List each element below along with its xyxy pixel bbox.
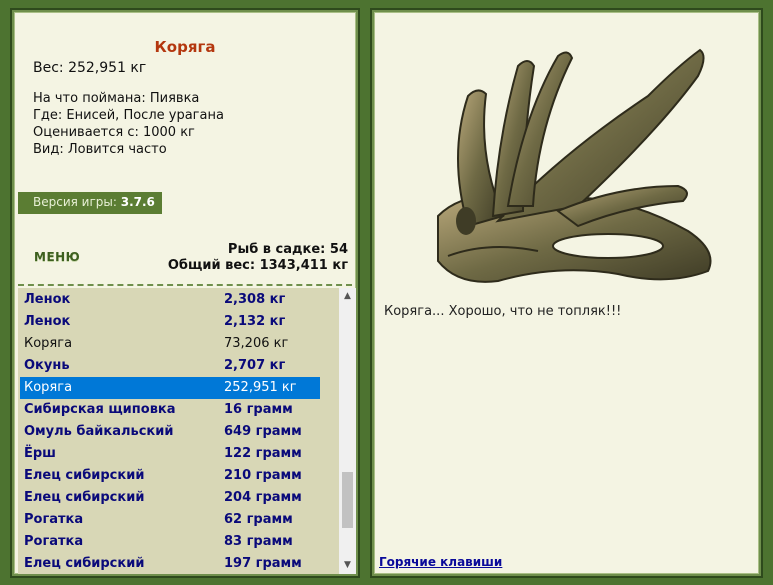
version-value: 3.7.6 — [120, 195, 155, 209]
list-item-name: Омуль байкальский — [24, 424, 174, 439]
divider — [18, 284, 352, 286]
list-item-weight: 83 грамм — [224, 534, 293, 549]
list-item-weight: 210 грамм — [224, 468, 302, 483]
list-item[interactable]: Коряга 73,206 кг — [20, 333, 320, 355]
snag-image — [437, 48, 712, 283]
list-item-weight: 16 грамм — [224, 402, 293, 417]
list-item-weight: 2,308 кг — [224, 292, 286, 307]
list-item[interactable]: Окунь 2,707 кг — [20, 355, 320, 377]
fish-place: Где: Енисей, После урагана — [33, 108, 224, 123]
list-item[interactable]: Рогатка 83 грамм — [20, 531, 320, 553]
list-item-name: Сибирская щиповка — [24, 402, 176, 417]
list-item-name: Коряга — [24, 336, 73, 351]
list-item-name: Рогатка — [24, 534, 84, 549]
list-item-weight: 62 грамм — [224, 512, 293, 527]
scroll-up-icon[interactable]: ▲ — [339, 288, 356, 305]
fish-count: Рыб в садке: 54 — [227, 242, 348, 257]
preview-panel: Коряга... Хорошо, что не топляк!!! Горяч… — [370, 8, 763, 578]
list-item[interactable]: Елец сибирский 197 грамм — [20, 553, 320, 574]
list-item-weight: 2,707 кг — [224, 358, 286, 373]
fish-weight: Вес: 252,951 кг — [33, 60, 147, 76]
list-item[interactable]: Ленок 2,132 кг — [20, 311, 320, 333]
scroll-down-icon[interactable]: ▼ — [339, 557, 356, 574]
list-item-weight: 122 грамм — [224, 446, 302, 461]
list-item-name: Ленок — [24, 314, 71, 329]
list-item[interactable]: Елец сибирский 204 грамм — [20, 487, 320, 509]
fish-price: Оценивается с: 1000 кг — [33, 125, 195, 140]
fish-bait: На что поймана: Пиявка — [33, 91, 200, 106]
menu-button[interactable]: МЕНЮ — [34, 250, 80, 264]
list-item[interactable]: Ленок 2,308 кг — [20, 289, 320, 311]
list-item-weight: 649 грамм — [224, 424, 302, 439]
fish-info: Коряга Вес: 252,951 кг На что поймана: П… — [18, 16, 352, 288]
fish-caption: Коряга... Хорошо, что не топляк!!! — [384, 304, 622, 319]
list-item[interactable]: Ёрш 122 грамм — [20, 443, 320, 465]
fish-title: Коряга — [154, 38, 216, 56]
list-item-name: Елец сибирский — [24, 556, 145, 571]
list-item[interactable]: Коряга 252,951 кг — [20, 377, 320, 399]
list-scrollbar[interactable]: ▲ ▼ — [339, 288, 356, 574]
list-item-name: Елец сибирский — [24, 468, 145, 483]
list-item-name: Елец сибирский — [24, 490, 145, 505]
list-item[interactable]: Рогатка 62 грамм — [20, 509, 320, 531]
list-item-weight: 2,132 кг — [224, 314, 286, 329]
fish-list[interactable]: Елец сибирский 197 грамм Рогатка 83 грамм Ро… — [18, 288, 356, 574]
list-item-name: Коряга — [24, 380, 73, 395]
list-item-name: Рогатка — [24, 512, 84, 527]
total-weight: Общий вес: 1343,411 кг — [167, 258, 348, 273]
info-panel: Коряга Вес: 252,951 кг На что поймана: П… — [10, 8, 360, 578]
hotkeys-link[interactable]: Горячие клавиши — [379, 555, 502, 569]
version-label: Версия игры: — [33, 195, 117, 209]
list-item-weight: 252,951 кг — [224, 380, 297, 395]
version-bar: Версия игры: 3.7.6 — [18, 192, 162, 214]
list-item-name: Ёрш — [24, 446, 56, 461]
list-item-weight: 73,206 кг — [224, 336, 289, 351]
list-item-weight: 204 грамм — [224, 490, 302, 505]
list-item[interactable]: Омуль байкальский 649 грамм — [20, 421, 320, 443]
list-item-weight: 197 грамм — [224, 556, 302, 571]
fish-kind: Вид: Ловится часто — [33, 142, 167, 157]
scrollbar-thumb[interactable] — [342, 472, 353, 528]
list-item-name: Окунь — [24, 358, 70, 373]
list-item-name: Ленок — [24, 292, 71, 307]
list-item[interactable]: Сибирская щиповка 16 грамм — [20, 399, 320, 421]
list-item[interactable]: Елец сибирский 210 грамм — [20, 465, 320, 487]
